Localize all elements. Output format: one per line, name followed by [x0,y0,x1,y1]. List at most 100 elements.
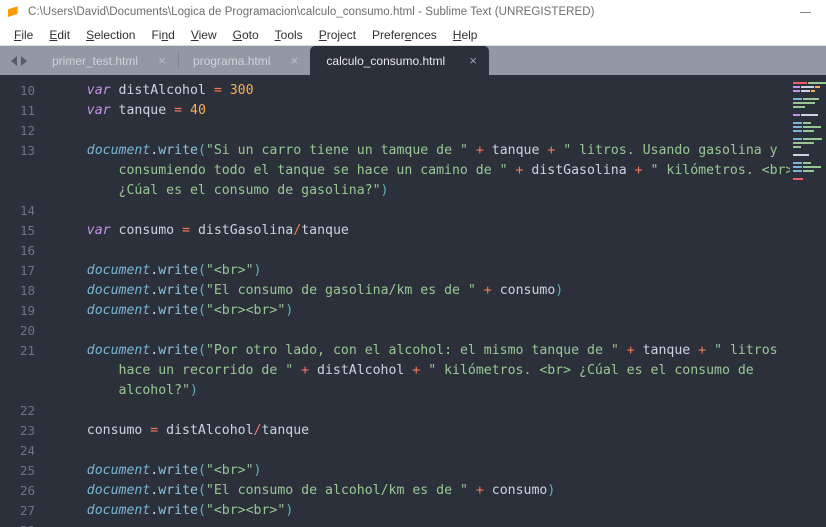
chevron-right-icon[interactable] [21,55,27,66]
minimap-segment [793,154,809,156]
menu-label-part: ile [21,27,34,42]
close-icon[interactable]: × [156,54,168,67]
minimize-button[interactable] [784,0,826,24]
minimap-segment [793,98,802,100]
code-token: ( [197,503,206,518]
code-token: write [158,263,198,278]
tab-primer_test-html[interactable]: primer_test.html × [38,46,178,75]
code-token: = [182,223,191,238]
line-number: 14 [19,203,35,218]
close-icon[interactable]: × [288,54,300,67]
code-line[interactable]: document.write("<br><br>") [45,301,826,321]
code-token: + [690,343,715,358]
code-token: write [158,143,198,158]
code-token: "<br><br>" [205,303,286,318]
code-line[interactable]: document.write("El consumo de alcohol/km… [45,481,826,501]
code-line[interactable] [45,201,826,221]
tab-programa-html[interactable]: programa.html × [179,46,310,75]
code-line[interactable]: document.write("Si un carro tiene un tam… [45,141,826,161]
minimap-segment [793,162,802,164]
close-icon[interactable]: × [467,54,479,67]
menu-label-part: election [94,27,136,42]
minimap[interactable] [790,75,826,527]
code-token: + [626,163,651,178]
tab-scroll-arrows[interactable] [0,46,38,75]
code-content[interactable]: var distAlcohol = 300 var tanque = 40 do… [45,75,826,527]
code-token: distAlcohol [317,363,405,378]
code-token: ) [547,483,556,498]
menu-item-project[interactable]: Project [311,26,364,44]
code-token: tanque [642,343,691,358]
code-line[interactable] [45,121,826,141]
menu-label-part: ools [280,27,303,42]
code-token: consumo [491,483,548,498]
code-line[interactable] [45,401,826,421]
code-token: write [158,343,198,358]
line-number: 27 [19,503,35,518]
code-token: consumo [55,423,151,438]
menu-label-part: iew [198,27,217,42]
code-token: + [539,143,564,158]
menu-item-preferences[interactable]: Preferences [364,26,445,44]
line-number: 22 [19,403,35,418]
minimap-segment [803,166,821,168]
code-line[interactable]: document.write("Por otro lado, con el al… [45,341,826,361]
minimap-segment [793,90,800,92]
code-token: ) [285,303,294,318]
code-token: "<br><br>" [205,503,286,518]
line-number: 20 [19,323,35,338]
minimap-segment [793,130,802,132]
line-number: 24 [19,443,35,458]
code-token: = [213,83,222,98]
editor-area[interactable]: 1011121314151617181920212223242526272829… [0,75,826,527]
minimap-segment [803,98,819,100]
menu-label-part: dit [57,27,71,42]
code-line[interactable] [45,521,826,527]
minimize-icon [799,11,811,13]
code-token: "Si un carro tiene un tamque de " [205,143,468,158]
minimap-segment [793,122,802,124]
menu-item-view[interactable]: View [183,26,225,44]
minimap-segment [801,90,810,92]
menu-item-tools[interactable]: Tools [267,26,311,44]
line-number: 21 [19,343,35,358]
code-line[interactable]: var tanque = 40 [45,101,826,121]
menu-label-part: oto [241,27,259,42]
tab-calculo_consumo-html[interactable]: calculo_consumo.html × [310,46,490,75]
chevron-left-icon[interactable] [11,55,17,66]
minimap-segment [801,86,814,88]
code-line[interactable] [45,321,826,341]
code-line[interactable]: var distAlcohol = 300 [45,81,826,101]
code-token: write [158,503,198,518]
code-token: ( [197,283,206,298]
minimap-segment [793,166,802,168]
line-number: 19 [19,303,35,318]
code-line[interactable]: var consumo = distGasolina/tanque [45,221,826,241]
code-line-wrapped[interactable]: alcohol?") [45,381,826,401]
code-line[interactable] [45,441,826,461]
line-number: 25 [19,463,35,478]
line-number: 12 [19,123,35,138]
code-line[interactable]: document.write("<br>") [45,461,826,481]
code-token: / [293,223,302,238]
minimap-segment [803,162,811,164]
code-line[interactable] [45,241,826,261]
code-line-wrapped[interactable]: hace un recorrido de " + distAlcohol + "… [45,361,826,381]
menu-item-edit[interactable]: Edit [41,26,78,44]
menu-item-file[interactable]: File [6,26,41,44]
menu-item-selection[interactable]: Selection [78,26,143,44]
code-line-wrapped[interactable]: ¿Cúal es el consumo de gasolina?") [45,181,826,201]
code-line-wrapped[interactable]: consumiendo todo el tanque se hace un ca… [45,161,826,181]
code-line[interactable]: document.write("<br>") [45,261,826,281]
code-line[interactable]: consumo = distAlcohol/tanque [45,421,826,441]
code-token: tanque [261,423,310,438]
code-line[interactable]: document.write("El consumo de gasolina/k… [45,281,826,301]
menu-item-goto[interactable]: Goto [225,26,267,44]
menu-item-find[interactable]: Find [143,26,182,44]
menu-item-help[interactable]: Help [445,26,486,44]
line-number: 16 [19,243,35,258]
code-line[interactable]: document.write("<br><br>") [45,501,826,521]
code-token: + [467,143,492,158]
code-token: = [174,103,183,118]
